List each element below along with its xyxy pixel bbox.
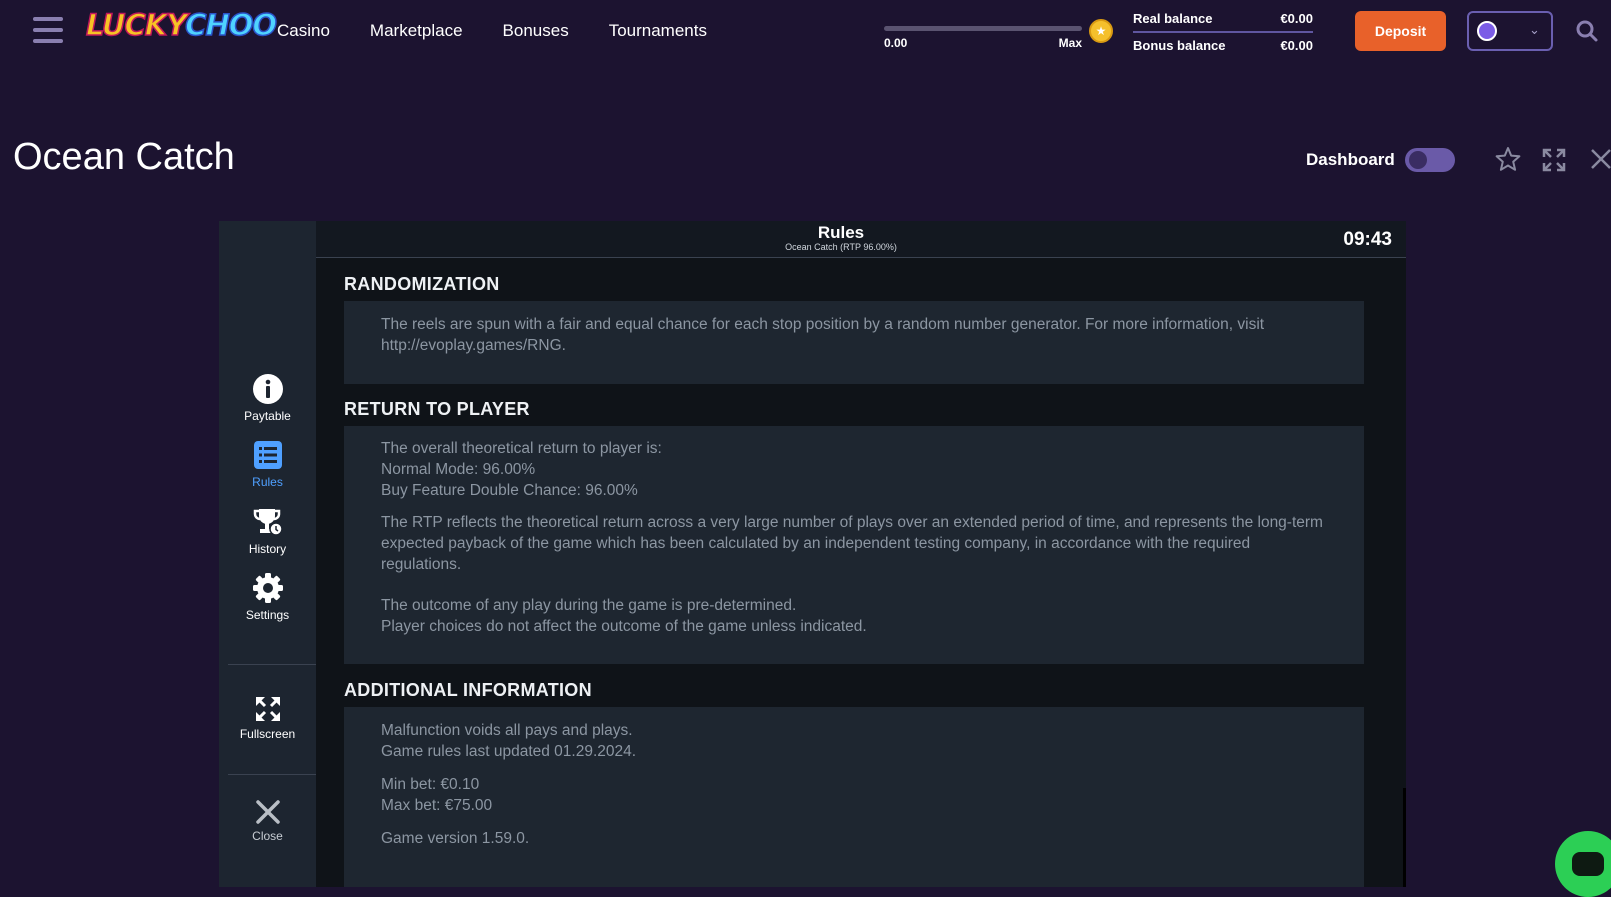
gear-icon — [252, 573, 283, 603]
clock: 09:43 — [1343, 229, 1392, 250]
section-box: The overall theoretical return to player… — [344, 426, 1364, 664]
sidebar-label-rules: Rules — [252, 475, 283, 489]
logo-part-2: CHOO — [184, 7, 277, 43]
sidebar-label-close: Close — [252, 829, 283, 843]
rules-title: Rules — [817, 223, 865, 242]
expand-icon[interactable] — [1541, 147, 1567, 173]
sidebar-item-paytable[interactable]: Paytable — [219, 373, 316, 423]
avatar-icon — [1477, 21, 1497, 41]
balances: Real balance €0.00 Bonus balance €0.00 — [1133, 10, 1313, 55]
sidebar-divider — [228, 664, 316, 665]
section-paragraph: Max bet: €75.00 — [381, 797, 493, 814]
search-icon[interactable] — [1574, 18, 1600, 44]
rules-subtitle: Ocean Catch (RTP 96.00%) — [785, 242, 897, 252]
chat-widget-button[interactable] — [1555, 831, 1611, 897]
coin-icon: ★ — [1089, 19, 1113, 43]
sidebar-item-fullscreen[interactable]: Fullscreen — [219, 695, 316, 741]
nav-tournaments[interactable]: Tournaments — [609, 21, 707, 41]
sidebar-item-history[interactable]: History — [219, 506, 316, 556]
nav-marketplace[interactable]: Marketplace — [370, 21, 463, 41]
scrollbar[interactable] — [1403, 788, 1406, 887]
star-icon[interactable] — [1495, 146, 1521, 172]
game-header: Rules Ocean Catch (RTP 96.00%) 09:43 — [316, 221, 1406, 258]
chat-bubble-icon — [1572, 852, 1604, 876]
fullscreen-icon — [255, 697, 280, 721]
balance-divider — [1133, 31, 1313, 33]
main-nav: Casino Marketplace Bonuses Tournaments — [277, 21, 707, 41]
rules-content: RANDOMIZATION The reels are spun with a … — [316, 258, 1406, 887]
bonus-balance-label: Bonus balance — [1133, 38, 1226, 53]
progress-max: Max — [1058, 36, 1082, 50]
section-title: RANDOMIZATION — [344, 274, 500, 294]
close-icon[interactable] — [1589, 147, 1611, 171]
logo[interactable]: LUCKYCHOO — [85, 7, 278, 43]
sidebar-label-paytable: Paytable — [244, 409, 291, 423]
bonus-balance-value: €0.00 — [1280, 38, 1313, 53]
info-icon — [252, 374, 283, 404]
sidebar-divider — [228, 774, 316, 775]
profile-menu[interactable]: ⌄ — [1467, 11, 1553, 51]
progress-track — [884, 26, 1082, 31]
section-title: RETURN TO PLAYER — [344, 399, 530, 419]
section-paragraph: The outcome of any play during the game … — [381, 597, 797, 614]
section-paragraph: Game version 1.59.0. — [381, 830, 530, 847]
section-title: ADDITIONAL INFORMATION — [344, 680, 592, 700]
logo-part-1: LUCKY — [85, 7, 187, 43]
dashboard-label: Dashboard — [1306, 150, 1395, 169]
section-box: Malfunction voids all pays and plays. Ga… — [344, 707, 1364, 887]
progress-min: 0.00 — [884, 36, 908, 50]
game-sidebar: Paytable Rules History Settings Fullscre… — [219, 221, 316, 887]
sidebar-label-fullscreen: Fullscreen — [239, 727, 296, 741]
deposit-button[interactable]: Deposit — [1355, 11, 1446, 51]
level-progress: 0.00 Max — [884, 26, 1082, 50]
section-paragraph: Normal Mode: 96.00% — [381, 461, 536, 478]
close-icon — [255, 800, 280, 824]
sidebar-item-settings[interactable]: Settings — [219, 572, 316, 622]
menu-icon[interactable] — [33, 17, 63, 45]
section-paragraph: Player choices do not affect the outcome… — [381, 618, 867, 635]
section-paragraph: Buy Feature Double Chance: 96.00% — [381, 482, 638, 499]
trophy-clock-icon — [253, 509, 283, 536]
nav-bonuses[interactable]: Bonuses — [503, 21, 569, 41]
nav-casino[interactable]: Casino — [277, 21, 330, 41]
page-title: Ocean Catch — [13, 136, 235, 178]
chevron-down-icon: ⌄ — [1529, 22, 1540, 37]
real-balance-label: Real balance — [1133, 11, 1213, 26]
sidebar-label-settings: Settings — [245, 608, 290, 622]
section-paragraph: Malfunction voids all pays and plays. — [381, 722, 633, 739]
section-paragraph: Min bet: €0.10 — [381, 776, 480, 793]
sidebar-item-close[interactable]: Close — [219, 799, 316, 843]
sidebar-item-rules[interactable]: Rules — [219, 439, 316, 489]
game-frame: Paytable Rules History Settings Fullscre… — [219, 221, 1406, 887]
dashboard-toggle[interactable] — [1405, 148, 1455, 172]
section-box: The reels are spun with a fair and equal… — [344, 301, 1364, 384]
section-paragraph: The reels are spun with a fair and equal… — [381, 316, 1265, 354]
top-bar: LUCKYCHOO Casino Marketplace Bonuses Tou… — [0, 0, 1611, 62]
real-balance-value: €0.00 — [1280, 11, 1313, 26]
toggle-knob — [1409, 151, 1427, 169]
list-icon — [253, 441, 282, 469]
section-paragraph: Game rules last updated 01.29.2024. — [381, 743, 637, 760]
section-paragraph: The RTP reflects the theoretical return … — [381, 514, 1323, 573]
sidebar-label-history: History — [248, 542, 287, 556]
section-paragraph: The overall theoretical return to player… — [381, 440, 662, 457]
